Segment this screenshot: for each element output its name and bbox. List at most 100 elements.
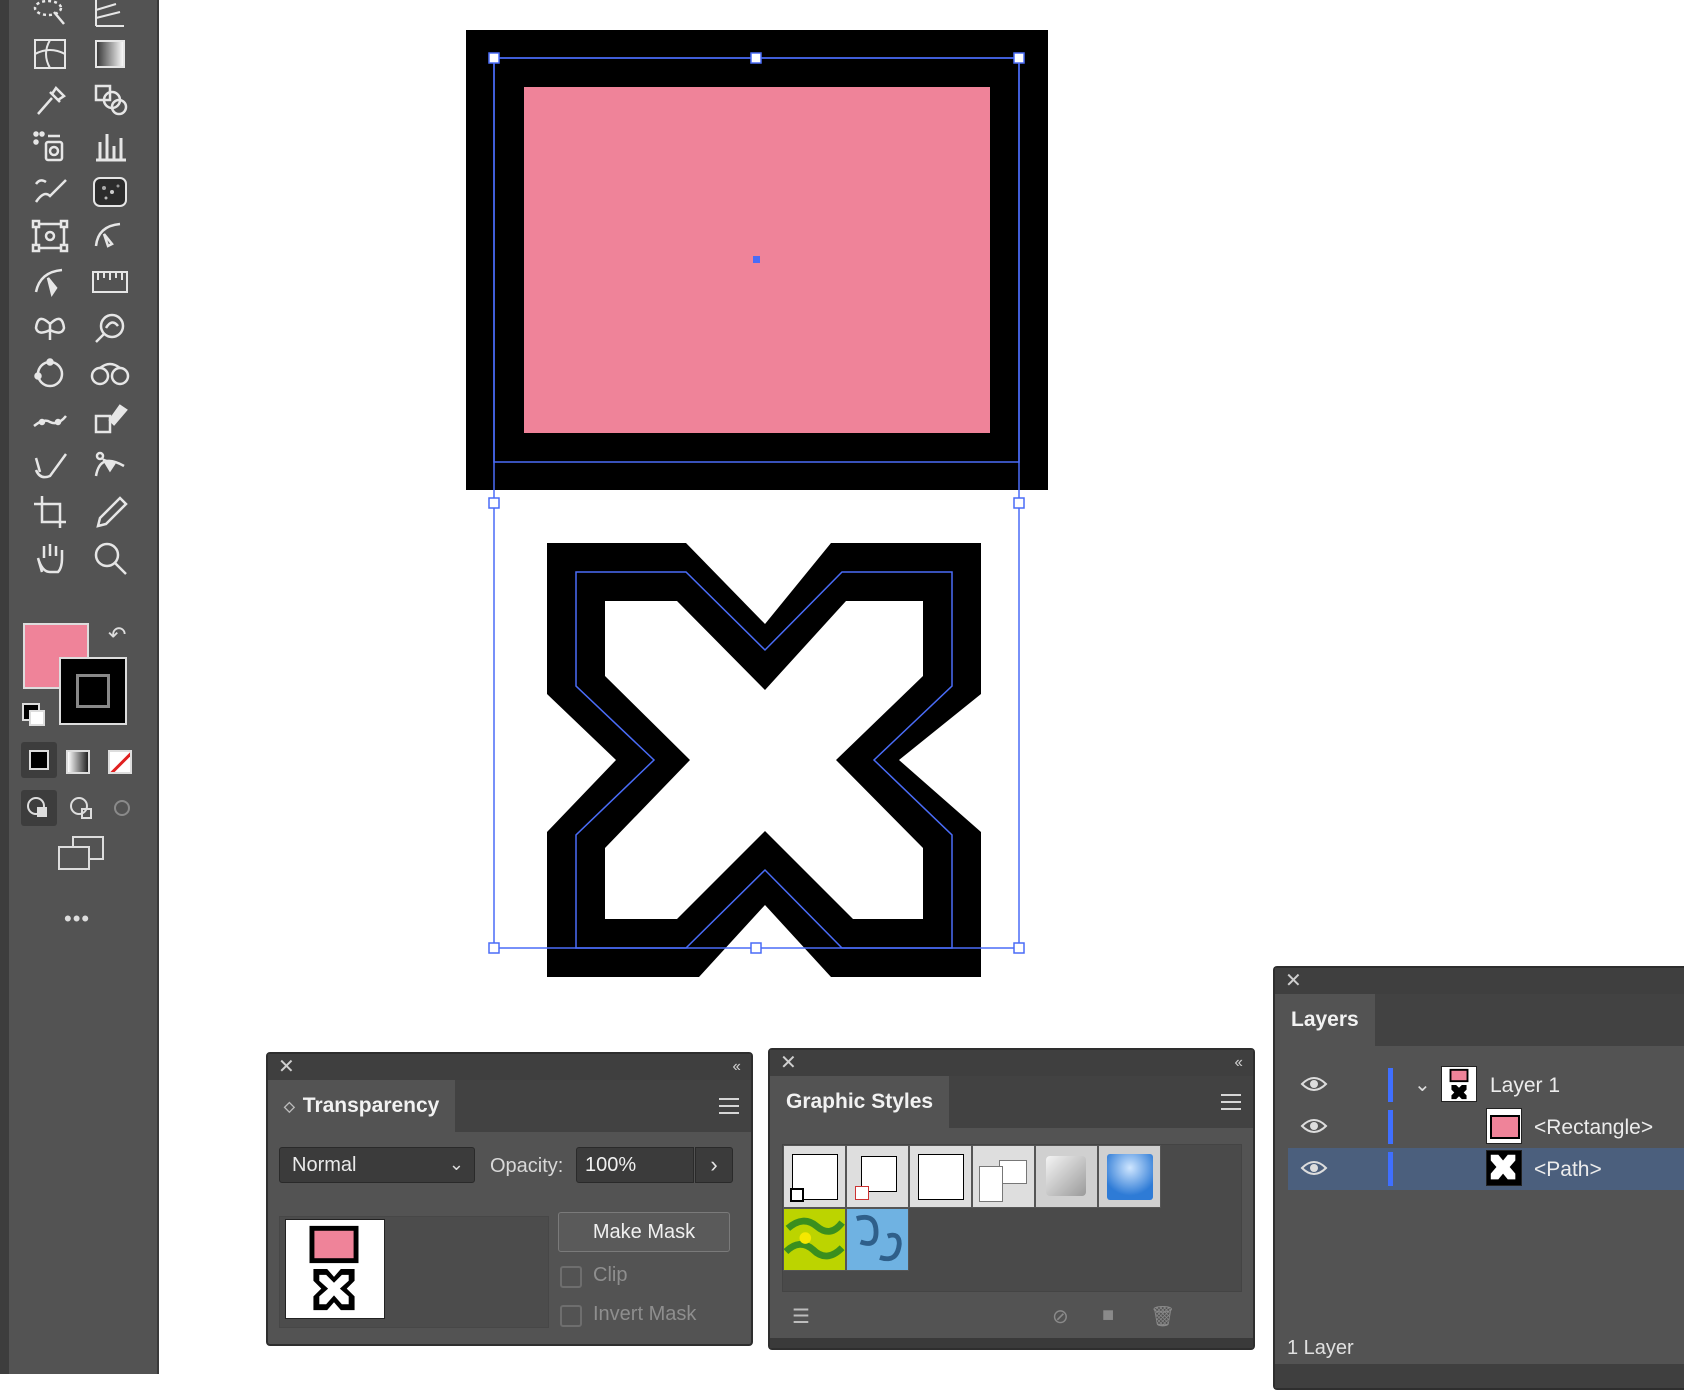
stroke-swatch[interactable] xyxy=(59,657,127,725)
zoom-icon[interactable] xyxy=(84,536,136,580)
lasso-select-icon[interactable] xyxy=(24,0,76,34)
tab-toggle-icon[interactable]: ◇ xyxy=(284,1098,295,1115)
chevron-down-icon[interactable]: ⌄ xyxy=(1414,1072,1431,1097)
pencil-icon[interactable] xyxy=(84,490,136,534)
screen-mode-icon[interactable] xyxy=(58,836,104,870)
transparency-panel: ✕ ‹‹ ◇ Transparency Normal ⌄ Opacity: 10… xyxy=(266,1052,753,1346)
draw-inside-button[interactable] xyxy=(104,790,140,826)
symbol-sprayer-icon[interactable] xyxy=(24,124,76,168)
visibility-eye-icon[interactable] xyxy=(1300,1116,1328,1136)
panel-menu-icon[interactable] xyxy=(1221,1094,1241,1115)
chevron-right-icon: › xyxy=(710,1152,718,1177)
visibility-eye-icon[interactable] xyxy=(1300,1074,1328,1094)
default-fill-stroke-icon[interactable] xyxy=(22,703,46,727)
handle-middle-left[interactable] xyxy=(488,497,500,509)
tab-graphic-styles[interactable]: Graphic Styles xyxy=(770,1076,950,1128)
swap-fill-stroke-icon[interactable]: ↶ xyxy=(108,622,134,648)
close-icon[interactable]: ✕ xyxy=(1285,971,1302,991)
make-mask-button[interactable]: Make Mask xyxy=(558,1212,730,1252)
object-thumbnail[interactable] xyxy=(285,1219,385,1319)
collapse-icon[interactable]: ‹‹ xyxy=(1234,1054,1243,1072)
style-swatch-yellow-green-pattern[interactable] xyxy=(783,1208,846,1271)
tab-layers[interactable]: Layers xyxy=(1275,994,1375,1046)
free-transform-icon[interactable] xyxy=(24,214,76,258)
graphic-styles-footer: ☰ ⊘ ■ 🗑 xyxy=(782,1304,1241,1332)
layer-thumbnail xyxy=(1441,1066,1477,1102)
shape-builder-icon[interactable] xyxy=(84,78,136,122)
invert-mask-checkbox[interactable] xyxy=(560,1305,582,1327)
new-style-icon[interactable]: ■ xyxy=(1102,1304,1114,1327)
handle-bottom-center[interactable] xyxy=(750,942,762,954)
layer-row[interactable]: ⌄ Layer 1 xyxy=(1288,1064,1684,1106)
handle-bottom-left[interactable] xyxy=(488,942,500,954)
scrollbar[interactable] xyxy=(770,1338,1253,1348)
collapse-icon[interactable]: ‹‹ xyxy=(732,1058,741,1076)
more-tools-icon[interactable]: ••• xyxy=(64,906,90,932)
shaper-icon[interactable] xyxy=(24,444,76,488)
layer-thumbnail xyxy=(1486,1150,1522,1186)
blend-mode-select[interactable]: Normal ⌄ xyxy=(279,1147,475,1183)
libraries-icon[interactable]: ☰ xyxy=(792,1304,810,1329)
clip-checkbox[interactable] xyxy=(560,1266,582,1288)
layer-thumbnail-art xyxy=(1449,1068,1469,1100)
yellow-green-pattern xyxy=(783,1209,845,1270)
style-swatch-blue-swirl-pattern[interactable] xyxy=(846,1208,909,1271)
tab-layers-label: Layers xyxy=(1291,1008,1359,1031)
column-graph-icon[interactable] xyxy=(84,124,136,168)
opacity-label: Opacity: xyxy=(490,1155,564,1177)
blend-icon[interactable] xyxy=(84,352,136,396)
gradient-mode-button[interactable] xyxy=(66,750,90,774)
zoom-lens-icon[interactable] xyxy=(84,306,136,350)
curvature-icon[interactable] xyxy=(84,444,136,488)
style-swatch-blue-gradient[interactable] xyxy=(1098,1145,1161,1208)
ruler-icon[interactable] xyxy=(84,260,136,304)
red-slash-style-back xyxy=(999,1160,1027,1184)
layer-row[interactable]: <Rectangle> xyxy=(1288,1106,1684,1148)
visibility-eye-icon[interactable] xyxy=(1300,1158,1328,1178)
panel-titlebar: ✕ ‹‹ xyxy=(268,1054,751,1080)
tab-transparency[interactable]: ◇ Transparency xyxy=(268,1080,456,1132)
handle-top-right[interactable] xyxy=(1013,52,1025,64)
handle-bottom-right[interactable] xyxy=(1013,942,1025,954)
texture-icon[interactable] xyxy=(84,170,136,214)
handle-middle-right[interactable] xyxy=(1013,497,1025,509)
style-swatch-no-fill[interactable] xyxy=(846,1145,909,1208)
width-tool-icon[interactable] xyxy=(24,260,76,304)
draw-normal-button[interactable] xyxy=(21,790,57,826)
close-icon[interactable]: ✕ xyxy=(278,1057,295,1077)
panel-titlebar: ✕ xyxy=(1275,968,1684,994)
no-fill-style-mini xyxy=(855,1186,869,1200)
warp-icon[interactable] xyxy=(84,214,136,258)
layer-row[interactable]: <Path> xyxy=(1288,1148,1684,1190)
draw-normal-icon xyxy=(27,797,47,817)
smooth-path-icon[interactable] xyxy=(24,398,76,442)
puppet-warp-icon[interactable] xyxy=(24,306,76,350)
close-icon[interactable]: ✕ xyxy=(780,1053,797,1073)
artboard-icon[interactable] xyxy=(24,490,76,534)
style-swatch-red-slash[interactable] xyxy=(972,1145,1035,1208)
style-swatch-white[interactable] xyxy=(909,1145,972,1208)
opacity-slider-button[interactable]: › xyxy=(695,1147,733,1183)
handle-top-left[interactable] xyxy=(488,52,500,64)
hand-icon[interactable] xyxy=(24,536,76,580)
style-swatch-default[interactable] xyxy=(783,1145,846,1208)
handle-top-center[interactable] xyxy=(750,52,762,64)
perspective-grid-icon[interactable] xyxy=(84,0,136,34)
live-paint-select-icon[interactable] xyxy=(84,398,136,442)
delete-icon[interactable]: 🗑 xyxy=(1150,1304,1175,1329)
eyedropper-icon[interactable] xyxy=(24,78,76,122)
panel-tabstrip: Layers xyxy=(1275,994,1684,1046)
style-swatch-soft-shadow[interactable] xyxy=(1035,1145,1098,1208)
none-mode-button[interactable] xyxy=(108,750,132,774)
object-thumbnail-art xyxy=(309,1225,359,1311)
rotate-circle-icon[interactable] xyxy=(24,352,76,396)
draw-behind-button[interactable] xyxy=(64,790,100,826)
gradient-icon[interactable] xyxy=(84,32,136,76)
color-mode-button[interactable] xyxy=(21,742,57,778)
white-style-box xyxy=(918,1154,964,1200)
blob-brush-icon[interactable] xyxy=(24,170,76,214)
opacity-input[interactable]: 100% xyxy=(576,1147,694,1183)
mesh-icon[interactable] xyxy=(24,32,76,76)
panel-menu-icon[interactable] xyxy=(719,1098,739,1119)
break-link-icon[interactable]: ⊘ xyxy=(1052,1304,1069,1329)
